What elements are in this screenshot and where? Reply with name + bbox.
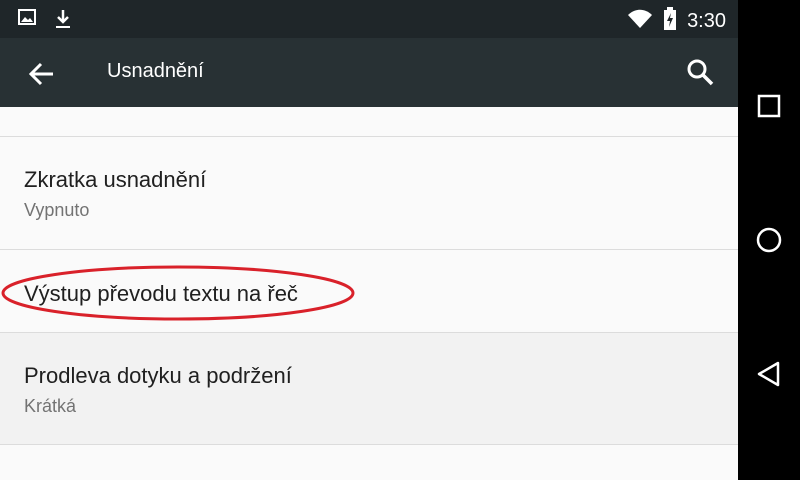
- recents-icon[interactable]: [749, 86, 789, 126]
- item-title: Zkratka usnadnění: [24, 167, 207, 192]
- arrow-left-icon[interactable]: [26, 58, 58, 90]
- wifi-icon: [627, 9, 653, 34]
- list-item-touch-delay[interactable]: Prodleva dotyku a podržení Krátká: [0, 333, 738, 445]
- list-item-partial-bottom[interactable]: [0, 445, 738, 480]
- item-subtitle: Krátká: [24, 396, 77, 416]
- image-icon: [18, 8, 36, 35]
- navigation-bar: [738, 0, 800, 480]
- item-title: Výstup převodu textu na řeč: [24, 281, 298, 306]
- status-bar: 3:30: [0, 0, 738, 38]
- page-title: Usnadnění: [107, 60, 204, 82]
- toggle-partial-icon[interactable]: [644, 107, 684, 118]
- list-item-shortcut[interactable]: Zkratka usnadnění Vypnuto: [0, 137, 738, 250]
- home-icon[interactable]: [749, 220, 789, 260]
- item-title: Prodleva dotyku a podržení: [24, 363, 292, 388]
- search-icon[interactable]: [684, 56, 718, 90]
- back-icon[interactable]: [749, 354, 789, 394]
- clock: 3:30: [687, 10, 726, 32]
- download-icon: [54, 8, 72, 35]
- battery-charging-icon: [663, 7, 677, 36]
- settings-list[interactable]: Zkratka usnadnění Vypnuto Výstup převodu…: [0, 107, 738, 480]
- list-item-partial[interactable]: [0, 107, 738, 137]
- list-item-tts-output[interactable]: Výstup převodu textu na řeč: [0, 250, 738, 333]
- app-toolbar: Usnadnění: [0, 38, 738, 107]
- item-subtitle: Vypnuto: [24, 200, 90, 220]
